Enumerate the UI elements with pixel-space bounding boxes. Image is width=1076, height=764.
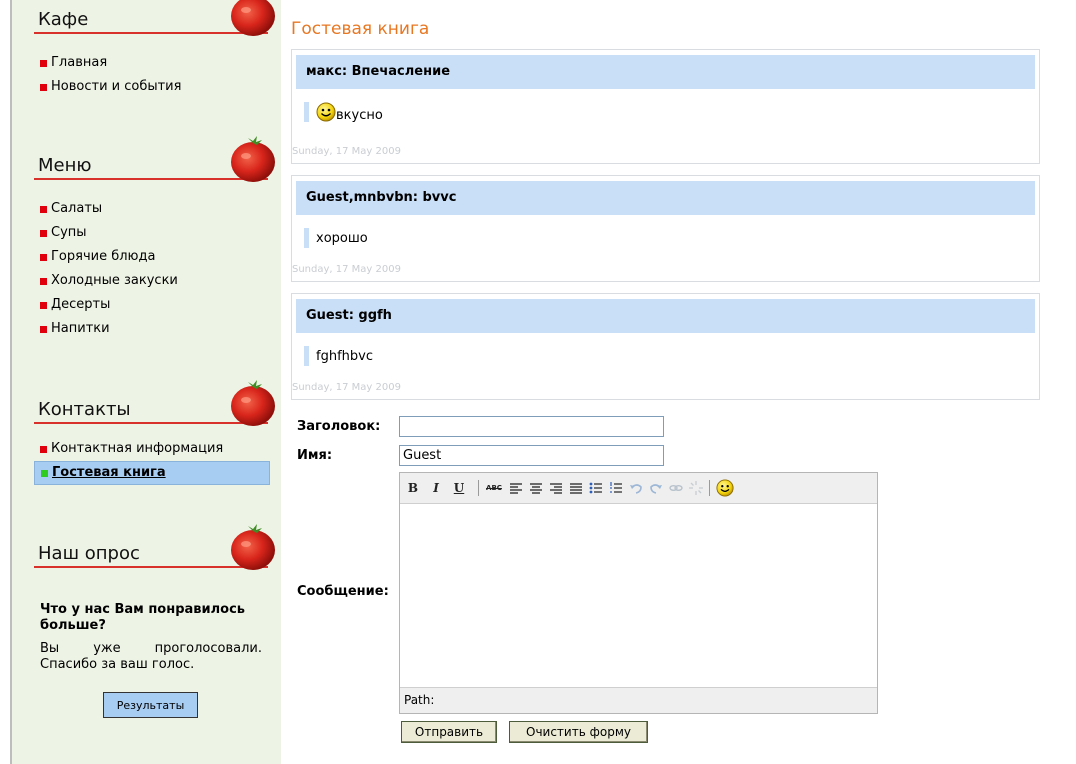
bullet-icon (40, 84, 47, 91)
entry-header: макс: Впечасление (296, 55, 1035, 89)
sidebar: Кафе Главная Новости и события Меню Сала… (10, 0, 281, 764)
align-justify-icon[interactable] (568, 479, 584, 497)
link-icon[interactable] (668, 479, 684, 497)
sidebar-heading-label: Меню (38, 155, 92, 176)
message-textarea[interactable] (400, 504, 877, 687)
toolbar-separator (478, 480, 479, 496)
align-left-icon[interactable] (508, 479, 524, 497)
bullet-list-icon[interactable] (588, 479, 604, 497)
sidebar-item-hot-dishes[interactable]: Горячие блюда (34, 245, 268, 269)
sidebar-heading-label: Контакты (38, 399, 131, 420)
editor-path-bar: Path: (400, 687, 877, 713)
sidebar-item-salads[interactable]: Салаты (34, 197, 268, 221)
bullet-icon (40, 60, 47, 67)
name-label: Имя: (297, 448, 333, 463)
quote-marker (304, 228, 309, 248)
italic-button[interactable]: I (429, 479, 443, 497)
subject-label: Заголовок: (297, 419, 381, 434)
tomato-icon (228, 0, 278, 38)
sidebar-item-news[interactable]: Новости и события (34, 75, 268, 99)
quote-marker (304, 102, 309, 122)
nav-list-contacts: Контактная информация Гостевая книга (34, 437, 270, 485)
subject-input[interactable] (399, 416, 664, 437)
bullet-icon (40, 302, 47, 309)
submit-button[interactable]: Отправить (401, 721, 497, 743)
toolbar-separator (709, 480, 710, 496)
editor-toolbar: B I U ABC (400, 473, 877, 504)
strikethrough-button[interactable]: ABC (485, 479, 503, 497)
sidebar-item-main[interactable]: Главная (34, 51, 268, 75)
entry-body: хорошо (304, 228, 368, 248)
smiley-icon (316, 102, 336, 122)
sidebar-item-contact-info[interactable]: Контактная информация (34, 437, 268, 461)
entry-message: вкусно (336, 107, 383, 123)
entry-date: Sunday, 17 May 2009 (292, 264, 401, 275)
entry-body: fghfhbvc (304, 346, 373, 366)
entry-header: Guest: ggfh (296, 299, 1035, 333)
sidebar-item-guestbook[interactable]: Гостевая книга (34, 461, 270, 485)
bullet-icon (40, 278, 47, 285)
path-label: Path: (404, 693, 435, 707)
message-label: Сообщение: (297, 584, 389, 599)
entry-message: хорошо (316, 230, 368, 246)
sidebar-item-desserts[interactable]: Десерты (34, 293, 268, 317)
bullet-icon (41, 470, 48, 477)
guestbook-entry: макс: Впечасление вкусно Sunday, 17 May … (291, 49, 1040, 164)
entry-date: Sunday, 17 May 2009 (292, 146, 401, 157)
entry-date: Sunday, 17 May 2009 (292, 382, 401, 393)
sidebar-heading-contacts: Контакты (34, 384, 282, 424)
entry-header: Guest,mnbvbn: bvvc (296, 181, 1035, 215)
sidebar-heading-label: Кафе (38, 9, 89, 30)
underline-button[interactable]: U (452, 479, 466, 497)
guestbook-entry: Guest: ggfh fghfhbvc Sunday, 17 May 2009 (291, 293, 1040, 400)
nav-list-menu: Салаты Супы Горячие блюда Холодные закус… (34, 197, 268, 341)
numbered-list-icon[interactable] (608, 479, 624, 497)
page-title: Гостевая книга (291, 19, 430, 39)
bullet-icon (40, 206, 47, 213)
tomato-icon (228, 134, 278, 184)
tomato-icon (228, 378, 278, 428)
bullet-icon (40, 446, 47, 453)
bullet-icon (40, 254, 47, 261)
unlink-icon[interactable] (688, 479, 704, 497)
sidebar-item-soups[interactable]: Супы (34, 221, 268, 245)
sidebar-heading-label: Наш опрос (38, 543, 140, 564)
bullet-icon (40, 326, 47, 333)
entry-message: fghfhbvc (316, 348, 373, 364)
redo-icon[interactable] (648, 479, 664, 497)
sidebar-item-cold-appetizers[interactable]: Холодные закуски (34, 269, 268, 293)
emoticon-icon[interactable] (715, 479, 735, 497)
sidebar-item-drinks[interactable]: Напитки (34, 317, 268, 341)
guestbook-entry: Guest,mnbvbn: bvvc хорошо Sunday, 17 May… (291, 175, 1040, 282)
bold-button[interactable]: B (406, 479, 420, 497)
bullet-icon (40, 230, 47, 237)
poll-question: Что у нас Вам понравилось больше? (40, 602, 246, 633)
clear-form-button[interactable]: Очистить форму (509, 721, 648, 743)
entry-body: вкусно (304, 102, 383, 123)
poll-note: Вы уже проголосовали. Спасибо за ваш гол… (40, 641, 262, 672)
quote-marker (304, 346, 309, 366)
align-right-icon[interactable] (548, 479, 564, 497)
align-center-icon[interactable] (528, 479, 544, 497)
sidebar-heading-menu: Меню (34, 140, 282, 180)
message-editor: B I U ABC Path: (399, 472, 878, 714)
nav-list-cafe: Главная Новости и события (34, 51, 268, 99)
name-input[interactable] (399, 445, 664, 466)
sidebar-heading-poll: Наш опрос (34, 528, 282, 568)
tomato-icon (228, 522, 278, 572)
undo-icon[interactable] (628, 479, 644, 497)
sidebar-heading-cafe: Кафе (34, 0, 282, 34)
poll-results-button[interactable]: Результаты (103, 692, 198, 718)
